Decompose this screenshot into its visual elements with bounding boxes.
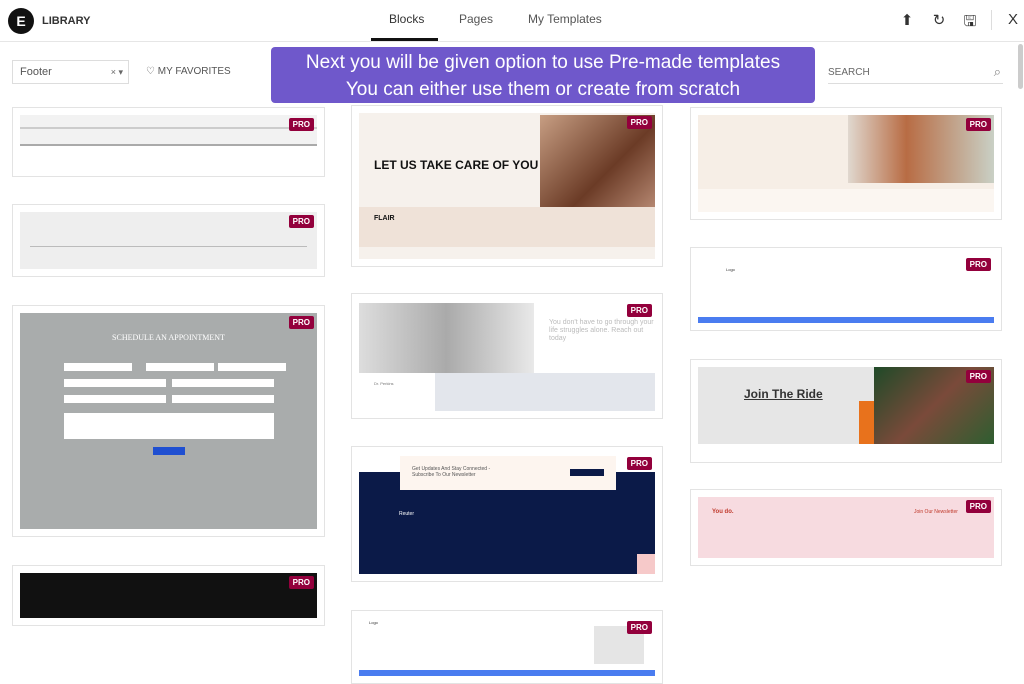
pro-badge: PRO [965,370,991,383]
template-title: Join The Ride [744,387,823,401]
pro-badge: PRO [288,118,314,131]
heart-icon: ♡ [146,66,155,77]
library-header: E LIBRARY Blocks Pages My Templates ⬆︎ ↻… [0,0,1024,42]
template-title: SCHEDULE AN APPOINTMENT [112,333,225,342]
template-card[interactable]: Logo PRO [351,610,663,684]
category-filter-select[interactable]: Footer × ▾ [12,60,129,84]
divider [991,10,992,30]
active-tab-indicator [371,38,438,41]
pro-badge: PRO [288,576,314,589]
template-card[interactable]: PRO [12,107,325,177]
elementor-logo-icon: E [8,8,34,34]
filter-value: Footer [20,66,52,78]
pro-badge: PRO [626,304,652,317]
template-card[interactable]: SCHEDULE AN APPOINTMENT PRO [12,305,325,537]
pro-badge: PRO [965,118,991,131]
template-card[interactable]: Logo PRO [690,247,1002,331]
chevron-down-icon: ▾ [118,67,123,77]
save-icon[interactable]: 🖫︎ [961,11,979,36]
search-input[interactable]: SEARCH ⌕ [828,60,1003,84]
template-card[interactable]: PRO [12,565,325,626]
upload-icon[interactable]: ⬆︎ [898,11,916,29]
tab-pages[interactable]: Pages [459,12,493,26]
template-card[interactable]: Get Updates And Stay Connected - Subscri… [351,446,663,582]
pro-badge: PRO [626,621,652,634]
close-icon[interactable]: X [1004,11,1022,28]
pro-badge: PRO [288,316,314,329]
search-icon: ⌕ [993,64,1001,79]
pro-badge: PRO [288,215,314,228]
template-card[interactable]: LET US TAKE CARE OF YOU FLAIR PRO [351,105,663,267]
template-card[interactable]: You don't have to go through your life s… [351,293,663,419]
tutorial-caption: Next you will be given option to use Pre… [271,47,815,103]
pro-badge: PRO [626,457,652,470]
scrollbar[interactable] [1018,44,1023,89]
template-card[interactable]: You do. Join Our Newsletter PRO [690,489,1002,566]
template-card[interactable]: Join The Ride PRO [690,359,1002,463]
template-card[interactable]: PRO [12,204,325,277]
template-title: LET US TAKE CARE OF YOU [374,158,539,172]
tab-my-templates[interactable]: My Templates [528,12,602,26]
sync-icon[interactable]: ↻ [930,11,948,29]
template-card[interactable]: PRO [690,107,1002,220]
pro-badge: PRO [965,500,991,513]
tab-blocks[interactable]: Blocks [389,12,424,26]
filter-clear-icon[interactable]: × ▾ [111,67,123,78]
pro-badge: PRO [626,116,652,129]
pro-badge: PRO [965,258,991,271]
my-favorites-button[interactable]: ♡ MY FAVORITES [146,66,231,77]
library-title: LIBRARY [42,15,91,27]
